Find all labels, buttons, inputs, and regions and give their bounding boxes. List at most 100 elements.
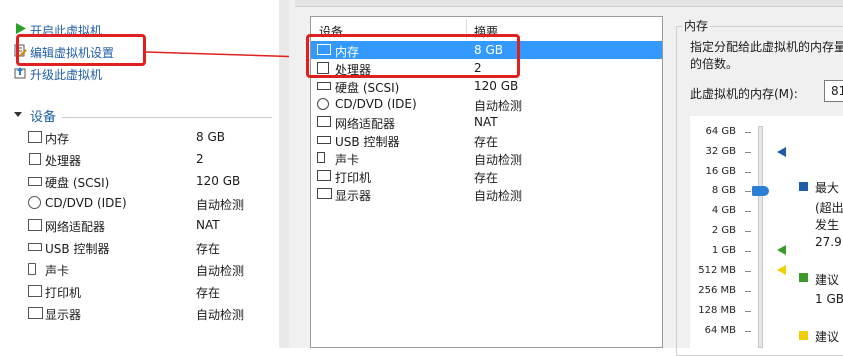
- device-row-printer[interactable]: 打印机 存在: [28, 282, 278, 302]
- memory-slider-track[interactable]: [758, 126, 763, 348]
- device-value: 2: [196, 152, 204, 166]
- scale-label: 256 MB: [698, 285, 736, 296]
- legend-max-title: 最大: [815, 181, 840, 195]
- list-row-hard-disk[interactable]: 硬盘 (SCSI) 120 GB: [311, 77, 662, 95]
- device-row-processor[interactable]: 处理器 2: [28, 150, 278, 170]
- list-row-network-adapter[interactable]: 网络适配器 NAT: [311, 113, 662, 131]
- monitor-icon: [317, 188, 332, 199]
- devices-section-title: 设备: [30, 110, 57, 125]
- scale-label: 16 GB: [705, 166, 736, 177]
- list-device-name: CD/DVD (IDE): [335, 97, 417, 111]
- device-value: 自动检测: [196, 308, 245, 322]
- recommended-marker-icon: [777, 245, 786, 255]
- legend-recommended-title: 建议: [815, 273, 840, 287]
- list-device-summary: 自动检测: [474, 99, 523, 113]
- list-row-printer[interactable]: 打印机 存在: [311, 167, 662, 185]
- scale-tick: [745, 291, 751, 292]
- list-device-summary: 自动检测: [474, 189, 523, 203]
- upgrade-icon: [14, 67, 26, 79]
- list-device-name: 打印机: [335, 171, 372, 185]
- network-adapter-icon: [317, 116, 331, 127]
- scale-tick: [745, 331, 751, 332]
- speaker-icon: [317, 152, 325, 163]
- processor-icon: [29, 153, 41, 165]
- device-row-sound-card[interactable]: 声卡 自动检测: [28, 260, 278, 280]
- hard-disk-icon: [317, 82, 331, 90]
- legend-max-line1: (超出: [815, 201, 843, 215]
- scale-tick: [745, 152, 751, 153]
- usb-icon: [28, 243, 42, 251]
- device-value: 存在: [196, 242, 221, 256]
- memory-description-line2: 的倍数。: [690, 57, 739, 71]
- scale-tick: [745, 211, 751, 212]
- device-value: 120 GB: [196, 174, 241, 188]
- list-row-usb-controller[interactable]: USB 控制器 存在: [311, 131, 662, 149]
- cd-dvd-icon: [317, 98, 329, 110]
- scale-label: 1 GB: [711, 245, 736, 256]
- memory-size-input[interactable]: 81: [824, 80, 843, 102]
- list-device-name: 显示器: [335, 189, 372, 203]
- legend-max-swatch: [799, 182, 808, 191]
- legend-recommended-swatch: [799, 273, 808, 282]
- device-name: 硬盘 (SCSI): [45, 176, 110, 190]
- memory-icon: [28, 131, 42, 143]
- list-device-name: 硬盘 (SCSI): [335, 81, 400, 95]
- cd-dvd-icon: [28, 196, 41, 209]
- memory-group-title: 内存: [682, 17, 711, 34]
- scale-tick: [745, 172, 751, 173]
- list-row-display[interactable]: 显示器 自动检测: [311, 185, 662, 203]
- device-name: 内存: [45, 132, 70, 146]
- device-name: 打印机: [45, 286, 82, 300]
- device-row-cd-dvd[interactable]: CD/DVD (IDE) 自动检测: [28, 194, 278, 214]
- scale-label: 4 GB: [711, 205, 736, 216]
- legend-guest-min-title: 建议: [815, 330, 840, 344]
- scale-tick: [745, 191, 751, 192]
- max-memory-marker-icon: [777, 147, 786, 157]
- list-device-summary: NAT: [474, 115, 498, 129]
- speaker-icon: [28, 263, 36, 275]
- scale-label: 512 MB: [698, 265, 736, 276]
- list-device-name: 网络适配器: [335, 117, 396, 131]
- device-row-memory[interactable]: 内存 8 GB: [28, 128, 278, 148]
- scale-label: 128 MB: [698, 305, 736, 316]
- section-divider: [62, 117, 272, 118]
- device-name: 网络适配器: [45, 220, 106, 234]
- scale-tick: [745, 231, 751, 232]
- list-device-summary: 120 GB: [474, 79, 519, 93]
- list-device-name: USB 控制器: [335, 135, 400, 149]
- memory-slider-thumb[interactable]: [752, 186, 769, 196]
- monitor-icon: [28, 307, 43, 319]
- memory-size-value: 81: [831, 84, 843, 98]
- hard-disk-icon: [28, 177, 42, 186]
- device-row-network-adapter[interactable]: 网络适配器 NAT: [28, 216, 278, 236]
- device-name: 显示器: [45, 308, 82, 322]
- device-name: CD/DVD (IDE): [45, 196, 127, 210]
- list-device-summary: 自动检测: [474, 153, 523, 167]
- network-adapter-icon: [28, 219, 42, 231]
- scale-tick: [745, 271, 751, 272]
- device-name: USB 控制器: [45, 242, 110, 256]
- usb-icon: [317, 136, 331, 144]
- scale-label: 8 GB: [711, 185, 736, 196]
- upgrade-vm-label: 升级此虚拟机: [30, 68, 103, 82]
- device-row-usb-controller[interactable]: USB 控制器 存在: [28, 238, 278, 258]
- list-device-name: 声卡: [335, 153, 360, 167]
- scale-tick: [745, 251, 751, 252]
- legend-recommended-value: 1 GB: [815, 292, 843, 306]
- printer-icon: [28, 285, 42, 297]
- list-device-summary: 存在: [474, 135, 499, 149]
- scale-label: 64 MB: [704, 325, 736, 336]
- scale-label: 64 GB: [705, 126, 736, 137]
- device-row-display[interactable]: 显示器 自动检测: [28, 304, 278, 324]
- device-value: 自动检测: [196, 198, 245, 212]
- list-row-sound-card[interactable]: 声卡 自动检测: [311, 149, 662, 167]
- collapse-triangle-icon[interactable]: [14, 112, 22, 117]
- list-row-cd-dvd[interactable]: CD/DVD (IDE) 自动检测: [311, 95, 662, 113]
- legend-max-line2: 发生: [815, 218, 840, 232]
- legend-max-value: 27.9: [815, 235, 842, 249]
- device-value: NAT: [196, 218, 220, 232]
- device-value: 8 GB: [196, 130, 225, 144]
- legend-guest-min-swatch: [799, 331, 808, 340]
- device-row-hard-disk[interactable]: 硬盘 (SCSI) 120 GB: [28, 172, 278, 192]
- memory-description-line1: 指定分配给此虚拟机的内存量: [690, 40, 843, 54]
